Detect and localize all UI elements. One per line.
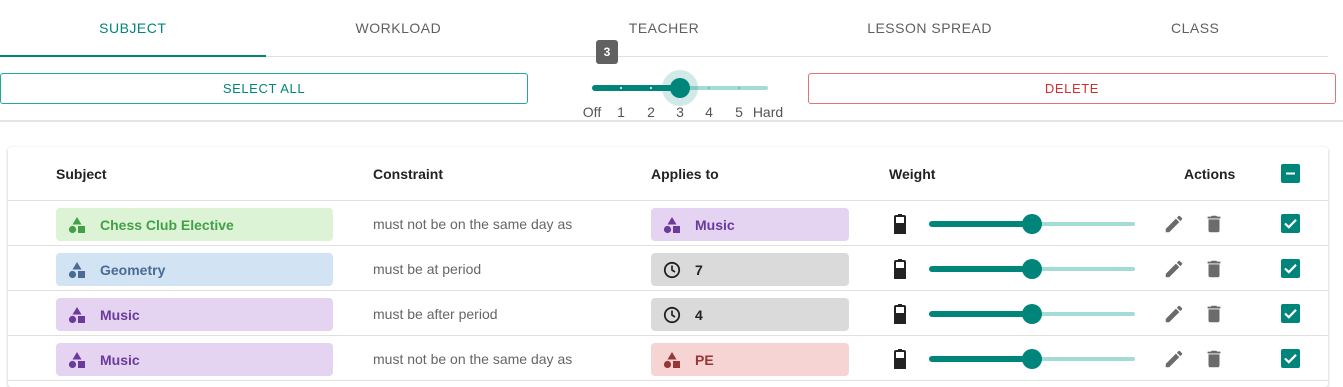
tab-workload[interactable]: WORKLOAD [266, 0, 532, 56]
subject-chip: Music [56, 343, 333, 376]
constraint-text: must not be on the same day as [373, 215, 573, 232]
applies-to-chip: PE [651, 343, 849, 376]
difficulty-tick [708, 87, 710, 89]
constraint-text: must be at period [373, 260, 482, 277]
applies-to-chip: Music [651, 208, 849, 241]
applies-to-chip-label: Music [695, 216, 735, 233]
subject-chip-label: Music [100, 306, 140, 323]
row-checkbox[interactable] [1281, 259, 1300, 278]
column-header-constraint: Constraint [373, 166, 443, 182]
tab-lesson-spread[interactable]: LESSON SPREAD [797, 0, 1063, 56]
difficulty-level-4[interactable]: 4 [705, 104, 713, 120]
tab-class[interactable]: CLASS [1062, 0, 1328, 56]
applies-to-chip: 7 [651, 253, 849, 286]
applies-to-chip-label: 7 [695, 261, 703, 278]
clock-icon [663, 261, 681, 278]
checkbox-indeterminate-icon [1286, 172, 1295, 175]
row-checkbox[interactable] [1281, 214, 1300, 233]
trash-icon[interactable] [1203, 213, 1225, 235]
column-header-subject: Subject [56, 166, 107, 182]
subject-chip-label: Chess Club Elective [100, 216, 234, 233]
shapes-icon [68, 306, 85, 323]
tab-subject[interactable]: SUBJECT [0, 0, 266, 57]
trash-icon[interactable] [1203, 303, 1225, 325]
pencil-icon[interactable] [1163, 213, 1185, 235]
weight-slider-fill [929, 356, 1032, 362]
row-checkbox[interactable] [1281, 349, 1300, 368]
subject-chip: Geometry [56, 253, 333, 286]
shapes-icon [663, 351, 680, 368]
weight-slider-fill [929, 221, 1032, 227]
constraint-text: must not be on the same day as [373, 350, 573, 367]
subject-chip: Music [56, 298, 333, 331]
battery-icon [894, 304, 906, 324]
weight-slider-fill [929, 266, 1032, 272]
subject-chip: Chess Club Elective [56, 208, 333, 241]
weight-slider-fill [929, 311, 1032, 317]
trash-icon[interactable] [1203, 348, 1225, 370]
column-header-applies-to: Applies to [651, 166, 719, 182]
subject-chip-label: Geometry [100, 261, 166, 278]
table-row: Geometry must be at period 7 [8, 246, 1328, 291]
difficulty-level-off[interactable]: Off [583, 104, 601, 120]
pencil-icon[interactable] [1163, 303, 1185, 325]
applies-to-chip: 4 [651, 298, 849, 331]
shapes-icon [68, 216, 85, 233]
shapes-icon [663, 216, 680, 233]
difficulty-level-3[interactable]: 3 [676, 104, 684, 120]
difficulty-value-label: 3 [596, 40, 618, 64]
weight-slider-thumb[interactable] [1022, 259, 1042, 279]
column-header-weight: Weight [889, 166, 936, 182]
table-row: Music must not be on the same day as PE [8, 336, 1328, 381]
row-checkbox[interactable] [1281, 304, 1300, 323]
pencil-icon[interactable] [1163, 348, 1185, 370]
checkbox-checked-icon [1284, 309, 1297, 319]
difficulty-tick [650, 87, 652, 89]
table-row: Music must be after period 4 [8, 291, 1328, 336]
difficulty-level-2[interactable]: 2 [647, 104, 655, 120]
battery-icon [894, 349, 906, 369]
pencil-icon[interactable] [1163, 258, 1185, 280]
subject-chip-label: Music [100, 351, 140, 368]
difficulty-level-1[interactable]: 1 [617, 104, 625, 120]
checkbox-checked-icon [1284, 219, 1297, 229]
battery-icon [894, 259, 906, 279]
column-header-actions: Actions [1184, 166, 1236, 182]
difficulty-slider-thumb[interactable] [670, 78, 690, 98]
battery-icon [894, 214, 906, 234]
shapes-icon [68, 261, 85, 278]
clock-icon [663, 306, 681, 323]
checkbox-checked-icon [1284, 264, 1297, 274]
weight-slider-thumb[interactable] [1022, 214, 1042, 234]
select-all-checkbox[interactable] [1281, 164, 1300, 183]
shapes-icon [68, 351, 85, 368]
weight-slider-thumb[interactable] [1022, 349, 1042, 369]
toolbar-divider [0, 120, 1343, 122]
difficulty-level-hard[interactable]: Hard [753, 104, 783, 120]
checkbox-checked-icon [1284, 354, 1297, 364]
applies-to-chip-label: 4 [695, 306, 703, 323]
select-all-button[interactable]: SELECT ALL [0, 73, 528, 104]
difficulty-level-5[interactable]: 5 [735, 104, 743, 120]
applies-to-chip-label: PE [695, 351, 714, 368]
difficulty-tick [738, 87, 740, 89]
constraint-text: must be after period [373, 305, 498, 322]
difficulty-slider[interactable]: 3 Off 1 2 3 4 5 Hard [580, 40, 790, 120]
trash-icon[interactable] [1203, 258, 1225, 280]
delete-button[interactable]: DELETE [808, 73, 1336, 104]
table-row: Chess Club Elective must not be on the s… [8, 201, 1328, 246]
constraints-table: Subject Constraint Applies to Weight Act… [8, 147, 1328, 387]
difficulty-tick [620, 87, 622, 89]
weight-slider-thumb[interactable] [1022, 304, 1042, 324]
